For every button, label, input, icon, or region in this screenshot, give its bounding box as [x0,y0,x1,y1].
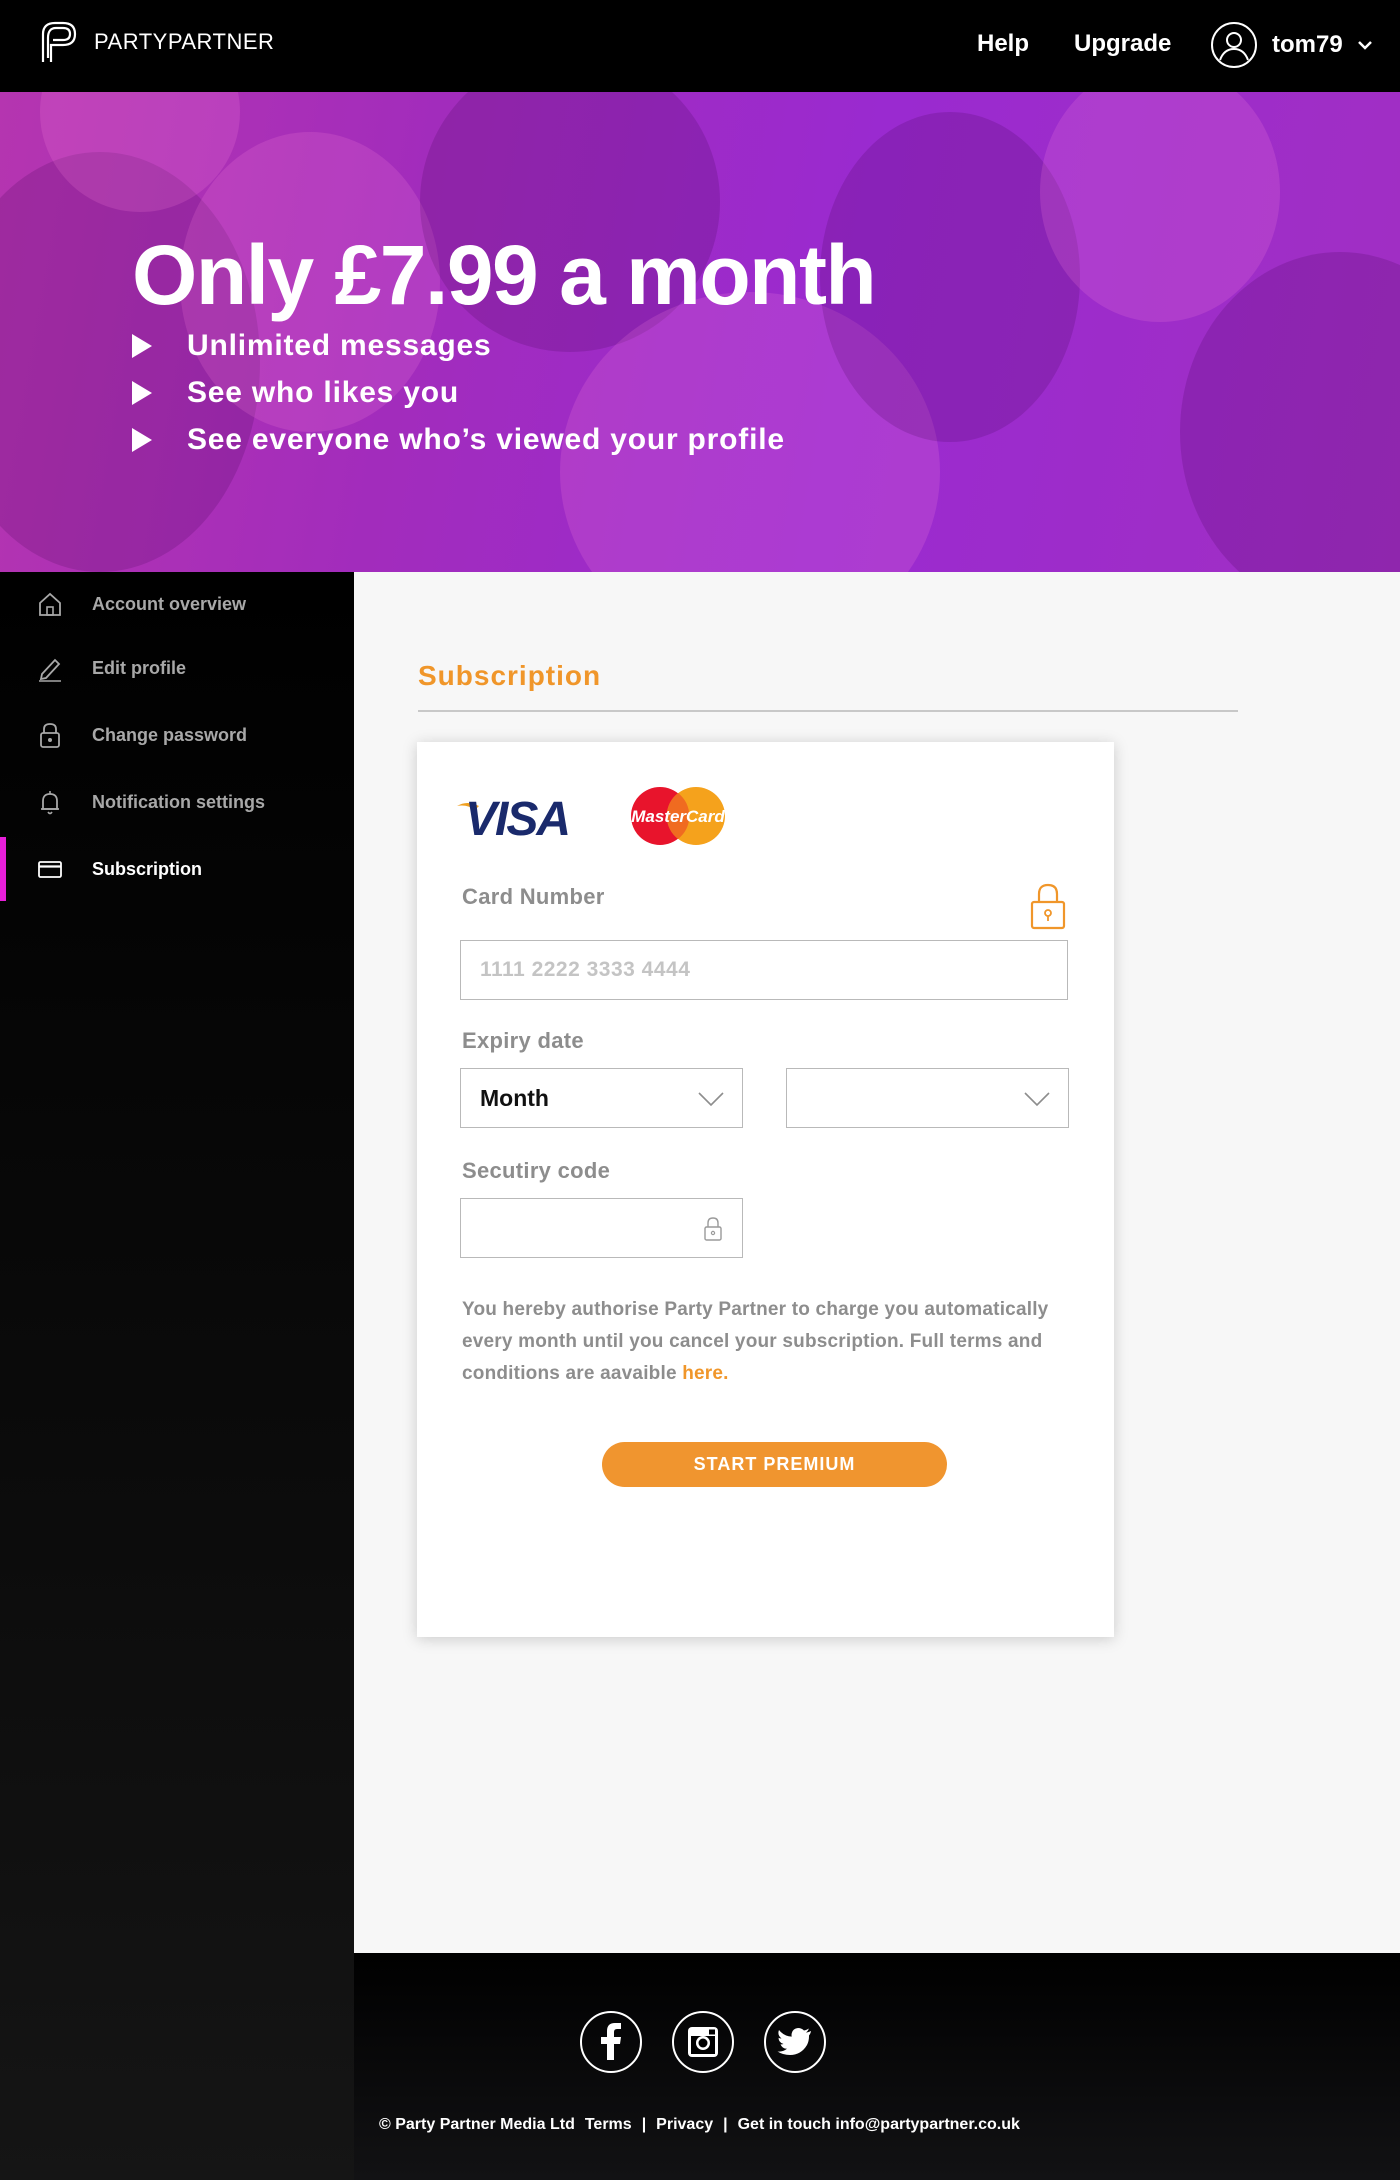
play-arrow-icon [132,380,152,405]
start-premium-button[interactable]: START PREMIUM [602,1442,947,1487]
nav-upgrade-link[interactable]: Upgrade [1074,30,1171,58]
bell-icon [41,791,59,815]
sidebar-item-label: Subscription [92,858,203,879]
home-icon [39,592,61,616]
user-avatar-icon [1211,22,1257,68]
mastercard-logo: MasterCard [631,787,725,845]
sidebar-item-account-overview[interactable]: Account overview [0,572,354,636]
username: tom79 [1272,31,1343,58]
top-navbar: PARTYPARTNER Help Upgrade tom79 [0,0,1400,92]
chevron-down-icon [698,1092,724,1107]
footer-privacy-link[interactable]: Privacy [656,2116,713,2134]
logo[interactable]: PARTYPARTNER [40,20,274,64]
sidebar-item-label: Change password [92,724,248,745]
card-number-placeholder: 1111 2222 3333 4444 [480,958,691,981]
nav-help-link[interactable]: Help [977,30,1029,58]
play-arrow-icon [132,333,152,358]
logo-text: PARTYPARTNER [94,29,275,54]
expiry-month-select[interactable]: Month [460,1068,743,1128]
section-title: Subscription [418,660,602,691]
sidebar-item-label: Edit profile [92,657,186,678]
divider [418,710,1238,712]
sidebar-item-subscription[interactable]: Subscription [0,837,354,901]
sidebar-item-label: Account overview [92,593,247,614]
security-code-label: Secutiry code [462,1158,611,1183]
payment-form-card: VISA MasterCard Card Number 1111 2222 33… [417,742,1114,1637]
expiry-date-label: Expiry date [462,1028,584,1053]
lock-icon [40,723,60,748]
instagram-icon[interactable] [671,2010,735,2074]
footer-terms-link[interactable]: Terms [585,2116,632,2134]
expiry-month-value: Month [480,1085,549,1111]
sidebar-item-notification-settings[interactable]: Notification settings [0,770,354,834]
pencil-icon [39,658,61,682]
hero-banner: Only £7.99 a month Unlimited messages Se… [0,92,1400,572]
card-number-input[interactable]: 1111 2222 3333 4444 [460,940,1068,1000]
footer-separator: | [641,2116,647,2133]
user-menu[interactable]: tom79 [1210,20,1373,70]
card-number-label: Card Number [462,884,605,909]
lock-icon [704,1217,722,1241]
svg-text:MasterCard: MasterCard [631,807,725,826]
svg-text:VISA: VISA [465,793,569,838]
contact-text: Get in touch info@partypartner.co.uk [737,2116,1020,2133]
terms-link[interactable]: here. [682,1363,728,1384]
copyright-text: © Party Partner Media Ltd [379,2116,575,2133]
benefit-item: See everyone who’s viewed your profile [132,416,785,463]
footer-links: © Party Partner Media Ltd Terms | Privac… [379,2116,1020,2134]
logo-icon [41,21,77,62]
credit-card-icon [38,861,62,878]
secure-lock-icon[interactable] [1029,882,1067,930]
footer: © Party Partner Media Ltd Terms | Privac… [354,1953,1400,2180]
sidebar-item-change-password[interactable]: Change password [0,703,354,767]
sidebar-item-label: Notification settings [92,791,266,812]
terms-text: You hereby authorise Party Partner to ch… [462,1299,1049,1384]
sidebar-item-edit-profile[interactable]: Edit profile [0,636,354,700]
chevron-down-icon [1357,41,1372,50]
sidebar: Account overview Edit profile Change pas… [0,572,354,2180]
benefit-list: Unlimited messages See who likes you See… [132,322,785,463]
twitter-icon[interactable] [763,2010,827,2074]
benefit-item: Unlimited messages [132,322,785,369]
contact-email-link[interactable]: info@partypartner.co.uk [835,2116,1020,2133]
footer-separator: | [723,2116,728,2133]
visa-logo: VISA [457,793,571,838]
play-arrow-icon [132,427,152,452]
hero-title: Only £7.99 a month [132,228,877,322]
expiry-year-select[interactable] [786,1068,1069,1128]
chevron-down-icon [1024,1092,1050,1107]
benefit-item: See who likes you [132,369,785,416]
security-code-input[interactable] [460,1198,743,1258]
facebook-icon[interactable] [579,2010,643,2074]
